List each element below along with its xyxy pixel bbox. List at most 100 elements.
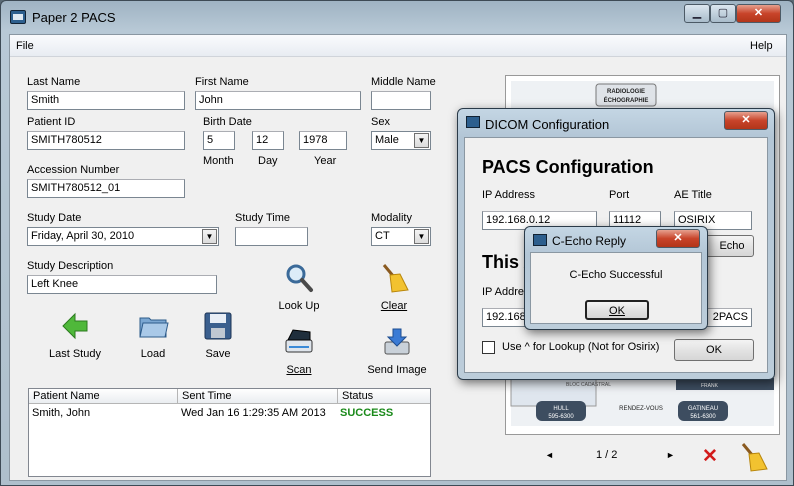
month-label: Month <box>203 155 234 167</box>
preview-card-3-title: GATINEAU <box>688 406 718 412</box>
save-label: Save <box>205 348 231 360</box>
sex-value: Male <box>375 134 399 146</box>
title-bar[interactable]: Paper 2 PACS ▁ ▢ ✕ <box>1 1 793 33</box>
patient-id-field[interactable]: SMITH780512 <box>27 131 185 150</box>
chevron-down-icon[interactable]: ▼ <box>414 133 429 148</box>
sent-list[interactable]: Patient Name Sent Time Status Smith, Joh… <box>28 388 431 477</box>
lookup-checkbox-label: Use ^ for Lookup (Not for Osirix) <box>502 341 660 353</box>
c-echo-body: C-Echo Successful OK <box>530 252 702 324</box>
first-name-label: First Name <box>195 76 249 88</box>
local-ip-label: IP Addre <box>482 286 524 298</box>
menu-file[interactable]: File <box>16 40 34 52</box>
year-label: Year <box>314 155 337 167</box>
preview-card-1-phone: 595-6300 <box>548 414 574 420</box>
scan-tool[interactable]: Scan <box>279 326 319 376</box>
page-indicator: 1 / 2 <box>596 449 618 461</box>
patient-id-label: Patient ID <box>27 116 76 128</box>
study-date-value: Friday, April 30, 2010 <box>31 230 135 242</box>
send-image-label: Send Image <box>367 364 427 376</box>
last-study-tool[interactable]: Last Study <box>45 310 105 360</box>
close-button[interactable]: ✕ <box>736 4 781 23</box>
next-page-button[interactable]: ► <box>666 450 675 460</box>
ae-title-label: AE Title <box>674 189 712 201</box>
first-name-field[interactable]: John <box>195 91 361 110</box>
preview-card-1-title: HULL <box>553 406 569 412</box>
load-tool[interactable]: Load <box>133 310 173 360</box>
study-time-label: Study Time <box>235 212 291 224</box>
row-patient-name: Smith, John <box>32 407 91 419</box>
birth-date-label: Birth Date <box>203 116 252 128</box>
last-name-field[interactable]: Smith <box>27 91 185 110</box>
preview-header-2: ÉCHOGRAPHIE <box>604 96 649 104</box>
c-echo-message: C-Echo Successful <box>569 269 663 281</box>
birth-month-field[interactable]: 5 <box>203 131 235 150</box>
minimize-button[interactable]: ▁ <box>684 4 710 23</box>
back-arrow-icon <box>62 312 88 340</box>
clear-tool[interactable]: Clear <box>372 262 416 312</box>
modality-value: CT <box>375 230 390 242</box>
study-desc-label: Study Description <box>27 260 114 272</box>
lookup-label: Look Up <box>278 300 320 312</box>
study-time-field[interactable] <box>235 227 308 246</box>
send-tray-icon <box>384 328 410 355</box>
c-echo-ok-button[interactable]: OK <box>585 300 649 320</box>
column-header-patient-name[interactable]: Patient Name <box>29 389 178 404</box>
row-status: SUCCESS <box>340 407 394 419</box>
study-date-picker[interactable]: Friday, April 30, 2010 ▼ <box>27 227 219 246</box>
dicom-dialog-title: DICOM Configuration <box>485 117 610 132</box>
accession-field[interactable]: SMITH780512_01 <box>27 179 185 198</box>
modality-label: Modality <box>371 212 412 224</box>
dicom-dialog-close-button[interactable]: ✕ <box>724 111 768 130</box>
middle-name-label: Middle Name <box>371 76 436 88</box>
middle-name-field[interactable] <box>371 91 431 110</box>
folder-icon <box>139 317 169 338</box>
preview-header-1: RADIOLOGIE <box>607 89 645 95</box>
row-sent-time: Wed Jan 16 1:29:35 AM 2013 <box>181 407 326 419</box>
preview-card-2-title: RENDEZ-VOUS <box>619 406 663 412</box>
chevron-down-icon[interactable]: ▼ <box>202 229 217 244</box>
delete-page-icon[interactable]: ✕ <box>702 445 718 468</box>
window-title: Paper 2 PACS <box>32 10 116 25</box>
menu-help[interactable]: Help <box>750 40 773 52</box>
app-icon <box>10 10 26 24</box>
birth-day-field[interactable]: 12 <box>252 131 284 150</box>
broom-icon <box>382 264 409 293</box>
lookup-checkbox[interactable] <box>482 341 495 354</box>
save-tool[interactable]: Save <box>198 310 238 360</box>
ip-label: IP Address <box>482 189 535 201</box>
modality-select[interactable]: CT ▼ <box>371 227 431 246</box>
prev-page-button[interactable]: ◄ <box>545 450 554 460</box>
dialog-icon <box>533 234 547 246</box>
birth-year-field[interactable]: 1978 <box>299 131 347 150</box>
study-desc-field[interactable]: Left Knee <box>27 275 217 294</box>
c-echo-close-button[interactable]: ✕ <box>656 229 700 248</box>
preview-card-3-phone: 561-6300 <box>690 414 716 420</box>
c-echo-title: C-Echo Reply <box>552 234 627 248</box>
pacs-config-heading: PACS Configuration <box>482 157 654 177</box>
magnifier-icon <box>286 264 313 292</box>
send-image-tool[interactable]: Send Image <box>364 326 430 376</box>
broom-icon[interactable] <box>737 441 769 473</box>
menu-bar: File Help <box>10 35 786 57</box>
scan-label: Scan <box>286 364 312 376</box>
load-label: Load <box>140 348 166 360</box>
column-header-status[interactable]: Status <box>338 389 430 404</box>
port-label: Port <box>609 189 630 201</box>
day-label: Day <box>258 155 278 167</box>
dialog-icon <box>466 116 480 128</box>
c-echo-dialog: C-Echo Reply ✕ C-Echo Successful OK <box>524 226 708 330</box>
clear-label: Clear <box>380 300 408 312</box>
study-date-label: Study Date <box>27 212 82 224</box>
dicom-ok-button[interactable]: OK <box>674 339 754 361</box>
accession-label: Accession Number <box>27 164 120 176</box>
lookup-tool[interactable]: Look Up <box>275 262 323 312</box>
maximize-button[interactable]: ▢ <box>710 4 736 23</box>
column-header-sent-time[interactable]: Sent Time <box>178 389 338 404</box>
sex-label: Sex <box>371 116 390 128</box>
floppy-disk-icon <box>204 312 232 340</box>
scanner-icon <box>285 329 313 353</box>
sex-select[interactable]: Male ▼ <box>371 131 431 150</box>
c-echo-ok-label: OK <box>609 305 625 317</box>
chevron-down-icon[interactable]: ▼ <box>414 229 429 244</box>
preview-footer-1: BLOC CADASTRAL <box>566 382 611 388</box>
